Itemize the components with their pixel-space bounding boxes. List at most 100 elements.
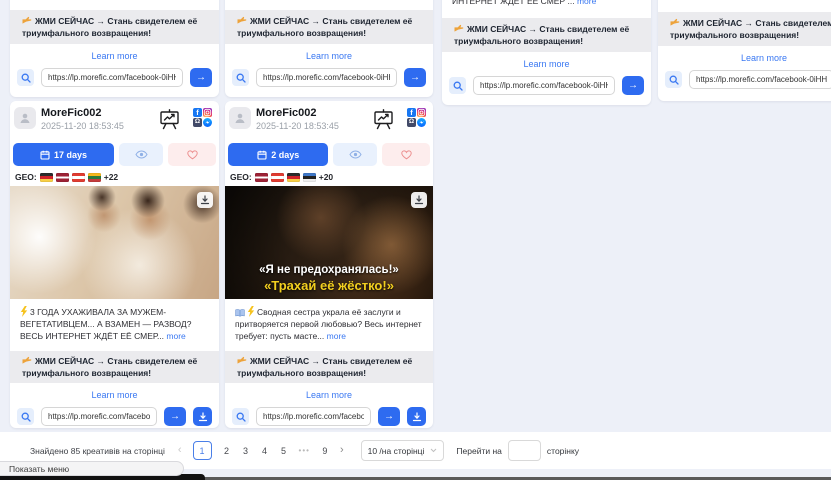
ad-body-text: 3 ГОДА УХАЖИВАЛА ЗА МУЖЕМ-ВЕГЕТАТИВЦЕМ..… [10, 299, 219, 342]
download-creative-button[interactable] [407, 407, 426, 426]
creative-image[interactable] [10, 186, 219, 299]
search-url-button[interactable] [232, 69, 249, 86]
learn-more-link[interactable]: Learn more [442, 59, 651, 69]
creative-timestamp: 2025-11-20 18:53:45 [41, 121, 124, 131]
ad-headline-text: ЖМИ СЕЙЧАС → Стань свидетелем её триумфа… [22, 16, 197, 38]
show-menu-button[interactable]: Показать меню [0, 461, 184, 476]
flag-ee-icon [303, 173, 316, 182]
favorite-button[interactable] [168, 143, 216, 166]
download-image-button[interactable] [411, 192, 427, 208]
days-active-button[interactable]: 2 days [228, 143, 328, 166]
flag-lv-icon [255, 173, 268, 182]
download-creative-button[interactable] [193, 407, 212, 426]
landing-url-input[interactable] [41, 407, 157, 426]
page-ellipsis[interactable]: ••• [299, 446, 310, 455]
calendar-icon [40, 150, 50, 160]
heart-icon [401, 150, 412, 160]
geo-flags [40, 173, 101, 182]
page-size-select[interactable]: 10 /на сторінці [361, 440, 445, 461]
lightning-icon [247, 306, 255, 317]
landing-url-input[interactable] [41, 68, 183, 87]
goto-page-suffix: сторінку [547, 446, 579, 456]
chevron-down-icon [430, 448, 437, 453]
results-count: Знайдено 85 креативів на сторінці [30, 446, 165, 456]
media-type-icon [159, 109, 180, 135]
creative-card-1: MoreFic002 2025-11-20 18:53:45 f Ω 17 da… [10, 101, 219, 428]
ad-headline-bar: ЖМИ СЕЙЧАС → Стань свидетелем её триумфа… [10, 10, 219, 44]
preview-button[interactable] [333, 143, 377, 166]
search-url-button[interactable] [17, 69, 34, 86]
geo-label: GEO: [15, 172, 37, 182]
ad-headline-bar: ЖМИ СЕЙЧАС → Стань свидетелем её триумфа… [225, 10, 433, 44]
next-page-button[interactable]: › [340, 445, 344, 456]
flag-lt-icon [88, 173, 101, 182]
favorite-button[interactable] [382, 143, 430, 166]
preview-button[interactable] [119, 143, 163, 166]
more-link[interactable]: more [327, 331, 346, 341]
geo-more-count: +20 [319, 172, 333, 182]
download-image-button[interactable] [197, 192, 213, 208]
book-icon [235, 309, 245, 317]
heart-icon [187, 150, 198, 160]
advertiser-name: MoreFic002 [41, 107, 124, 119]
learn-more-link[interactable]: Learn more [10, 51, 219, 61]
media-type-icon [373, 109, 394, 135]
days-active-button[interactable]: 17 days [13, 143, 114, 166]
ad-headline-text: ЖМИ СЕЙЧАС → Стань свидетелем её триумфа… [22, 356, 197, 378]
flag-at-icon [72, 173, 85, 182]
eye-icon [349, 150, 362, 159]
messenger-icon [417, 118, 426, 127]
geo-more-count: +22 [104, 172, 118, 182]
learn-more-link[interactable]: Learn more [658, 53, 831, 63]
page-2[interactable]: 2 [223, 446, 231, 456]
goto-page-input[interactable] [508, 440, 541, 461]
pointing-hand-icon [22, 16, 32, 25]
search-icon [236, 73, 246, 83]
calendar-icon [257, 150, 267, 160]
learn-more-link[interactable]: Learn more [225, 390, 433, 400]
open-url-button[interactable]: → [190, 68, 212, 87]
creative-image[interactable]: «Я не предохранялась!» «Трахай её жёстко… [225, 186, 433, 299]
creative-card-partial-3: ИНТЕРНЕТ ЖДЁТ ЕЁ СМЕР ... more ЖМИ СЕЙЧА… [442, 0, 651, 105]
open-url-button[interactable]: → [622, 76, 644, 95]
page-5[interactable]: 5 [280, 446, 288, 456]
landing-url-input[interactable] [473, 76, 615, 95]
search-url-button[interactable] [665, 71, 682, 88]
person-icon [234, 112, 246, 124]
ad-headline-bar: ЖМИ СЕЙЧАС → Стань свидетелем её триумфа… [442, 18, 651, 52]
geo-label: GEO: [230, 172, 252, 182]
search-url-button[interactable] [232, 408, 249, 425]
page-3[interactable]: 3 [242, 446, 250, 456]
ad-headline-bar: ЖМИ СЕЙЧАС → Стань свидетелем её триумфа… [225, 351, 433, 383]
search-url-button[interactable] [17, 408, 34, 425]
advertiser-row: MoreFic002 2025-11-20 18:53:45 f Ω [10, 101, 219, 135]
instagram-icon [417, 108, 426, 117]
lightning-icon [20, 306, 28, 317]
prev-page-button[interactable]: ‹ [178, 445, 182, 456]
platform-icons: f Ω [407, 108, 426, 127]
more-link[interactable]: more [577, 0, 596, 6]
open-url-button[interactable]: → [378, 407, 400, 426]
page-9[interactable]: 9 [321, 446, 329, 456]
avatar [14, 107, 36, 129]
landing-url-input[interactable] [256, 407, 371, 426]
platform-icons: f Ω [193, 108, 212, 127]
pointing-hand-icon [670, 18, 680, 27]
ad-headline-text: ЖМИ СЕЙЧАС → Стань свидетелем её триумфа… [670, 18, 831, 40]
learn-more-link[interactable]: Learn more [10, 390, 219, 400]
avatar [229, 107, 251, 129]
page-4[interactable]: 4 [261, 446, 269, 456]
more-link[interactable]: more [166, 331, 185, 341]
search-url-button[interactable] [449, 77, 466, 94]
landing-url-input[interactable] [256, 68, 397, 87]
image-caption: «Я не предохранялась!» «Трахай её жёстко… [225, 262, 433, 294]
ad-headline-bar: ЖМИ СЕЙЧАС → Стань свидетелем её триумфа… [10, 351, 219, 383]
page-1-active[interactable]: 1 [193, 441, 212, 460]
learn-more-link[interactable]: Learn more [225, 51, 433, 61]
advertiser-name: MoreFic002 [256, 107, 339, 119]
open-url-button[interactable]: → [404, 68, 426, 87]
open-url-button[interactable]: → [164, 407, 186, 426]
landing-url-input[interactable] [689, 70, 831, 89]
search-icon [21, 73, 31, 83]
pointing-hand-icon [454, 24, 464, 33]
